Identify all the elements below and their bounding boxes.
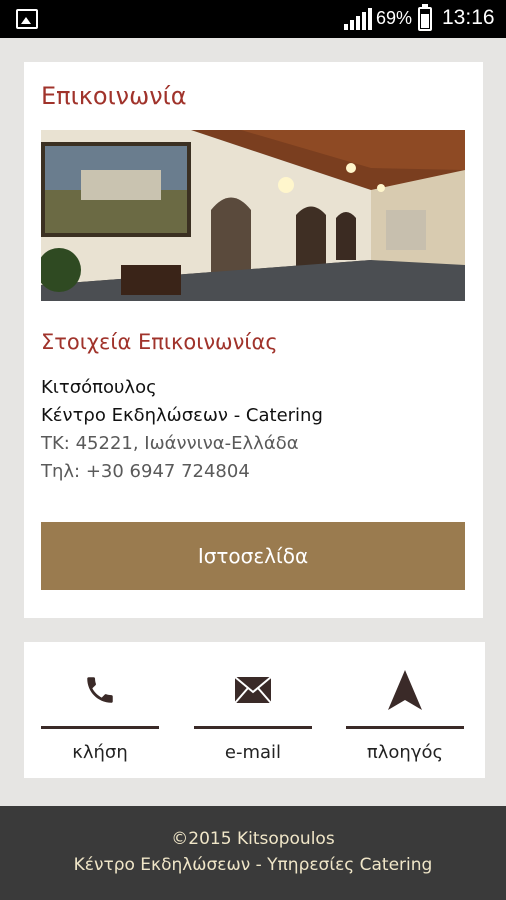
contact-card: Επικοινωνία Στοιχεία Επικοινωνίας Κιτσόπ… xyxy=(24,62,483,618)
signal-icon xyxy=(344,8,372,30)
website-button[interactable]: Ιστοσελίδα xyxy=(41,522,465,590)
contact-phone: Τηλ: +30 6947 724804 xyxy=(41,461,250,482)
footer-tagline: Κέντρο Εκδηλώσεων - Υπηρεσίες Catering xyxy=(73,855,433,875)
page-title: Επικοινωνία xyxy=(41,82,187,110)
status-bar: 69% 13:16 xyxy=(0,0,506,38)
email-button[interactable]: e-mail xyxy=(194,642,312,778)
email-divider xyxy=(194,726,312,729)
battery-percent: 69% xyxy=(376,8,413,28)
email-label: e-mail xyxy=(224,742,282,763)
envelope-icon xyxy=(194,670,312,710)
action-bar: κλήση e-mail πλοηγός xyxy=(24,642,485,778)
battery-icon xyxy=(418,4,432,31)
contact-business: Κέντρο Εκδηλώσεων - Catering xyxy=(41,405,323,426)
footer: ©2015 Kitsopoulos Κέντρο Εκδηλώσεων - Υπ… xyxy=(0,806,506,900)
venue-hallway-photo xyxy=(41,130,465,301)
call-divider xyxy=(41,726,159,729)
footer-copyright: ©2015 Kitsopoulos xyxy=(171,829,335,849)
navigation-button[interactable]: πλοηγός xyxy=(346,642,464,778)
contact-name: Κιτσόπουλος xyxy=(41,377,157,398)
navigation-label: πλοηγός xyxy=(366,742,444,763)
clock: 13:16 xyxy=(442,6,495,29)
navigation-divider xyxy=(346,726,464,729)
phone-icon xyxy=(41,670,159,710)
contact-address: ΤΚ: 45221, Ιωάννινα-Ελλάδα xyxy=(41,433,299,454)
call-label: κλήση xyxy=(72,742,128,763)
call-button[interactable]: κλήση xyxy=(41,642,159,778)
navigation-arrow-icon xyxy=(346,670,464,710)
contact-details-heading: Στοιχεία Επικοινωνίας xyxy=(41,330,278,354)
contact-info: Κιτσόπουλος Κέντρο Εκδηλώσεων - Catering… xyxy=(41,374,323,486)
image-notification-icon xyxy=(16,9,38,29)
